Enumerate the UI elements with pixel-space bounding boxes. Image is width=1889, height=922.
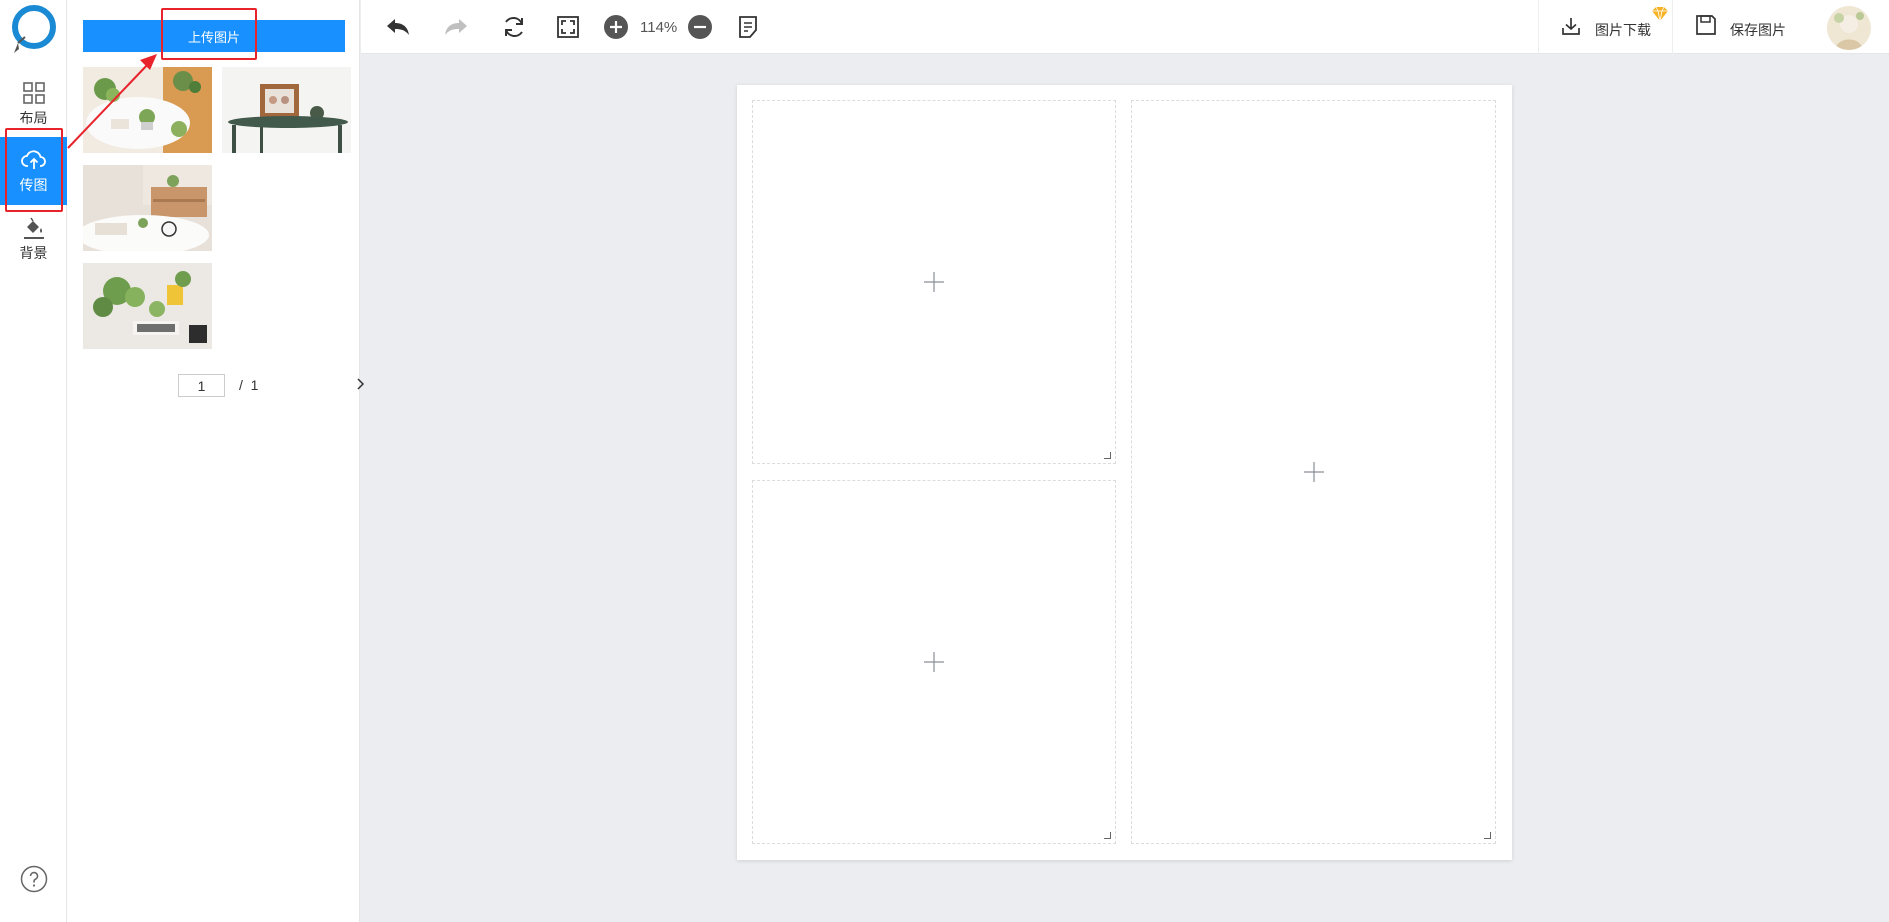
user-avatar[interactable]	[1827, 6, 1871, 50]
layout-cell-right[interactable]	[1131, 100, 1496, 844]
total-pages: 1	[250, 377, 259, 393]
vip-diamond-icon	[1652, 6, 1668, 22]
add-image-icon	[924, 272, 944, 292]
nav-item-background[interactable]: 背景	[0, 205, 67, 273]
paint-bucket-icon	[23, 217, 44, 239]
thumbnail-image[interactable]	[83, 263, 212, 349]
layout-cell-top-left[interactable]	[752, 100, 1116, 464]
thumbnail-image[interactable]	[222, 67, 351, 153]
zoom-in-icon[interactable]	[602, 13, 630, 41]
design-canvas	[737, 85, 1512, 860]
cloud-upload-icon	[20, 150, 46, 169]
photo-plants-love	[83, 263, 212, 349]
redo-icon[interactable]	[442, 13, 470, 41]
photo-frame-table	[222, 67, 351, 153]
nav-item-layout-label: 布局	[19, 111, 48, 127]
nav-item-upload[interactable]: 传图	[0, 137, 67, 205]
download-image-button[interactable]: 图片下载	[1538, 0, 1673, 54]
add-image-icon	[1303, 462, 1324, 482]
thumbnail-image[interactable]	[83, 165, 212, 251]
download-label: 图片下载	[1595, 23, 1651, 39]
resize-handle[interactable]	[1104, 832, 1111, 839]
page-number-input[interactable]	[178, 374, 225, 397]
save-image-button[interactable]: 保存图片	[1672, 0, 1797, 54]
zoom-level: 114%	[640, 19, 678, 36]
upload-image-button[interactable]: 上传图片	[83, 20, 345, 52]
app-logo[interactable]	[10, 5, 58, 55]
zoom-out-icon[interactable]	[686, 13, 714, 41]
top-toolbar: 114% 图片下载 保存图片	[361, 0, 1889, 54]
notes-icon[interactable]	[734, 13, 762, 41]
thumbnail-image[interactable]	[83, 67, 212, 153]
save-icon	[1696, 15, 1716, 35]
fit-screen-icon[interactable]	[554, 13, 582, 41]
refresh-icon[interactable]	[500, 13, 528, 41]
layout-grid-icon	[22, 82, 45, 104]
photo-bedroom-clock	[83, 165, 212, 251]
add-image-icon	[924, 652, 944, 672]
nav-item-layout[interactable]: 布局	[0, 70, 67, 138]
resize-handle[interactable]	[1104, 452, 1111, 459]
undo-icon[interactable]	[384, 13, 412, 41]
nav-item-upload-label: 传图	[19, 178, 48, 194]
resize-handle[interactable]	[1484, 832, 1491, 839]
layout-cell-bottom-left[interactable]	[752, 480, 1116, 844]
save-label: 保存图片	[1730, 23, 1786, 39]
pagination: / 1	[67, 373, 365, 397]
next-page-icon[interactable]	[351, 375, 369, 393]
nav-item-background-label: 背景	[19, 246, 48, 262]
page-separator: / 1	[239, 377, 259, 393]
left-nav-bar: 布局 传图 背景	[0, 0, 67, 922]
help-icon[interactable]	[20, 865, 48, 893]
photo-plants-desk	[83, 67, 212, 153]
download-icon	[1562, 18, 1580, 35]
image-panel: 上传图片 1 / 1	[67, 0, 365, 922]
